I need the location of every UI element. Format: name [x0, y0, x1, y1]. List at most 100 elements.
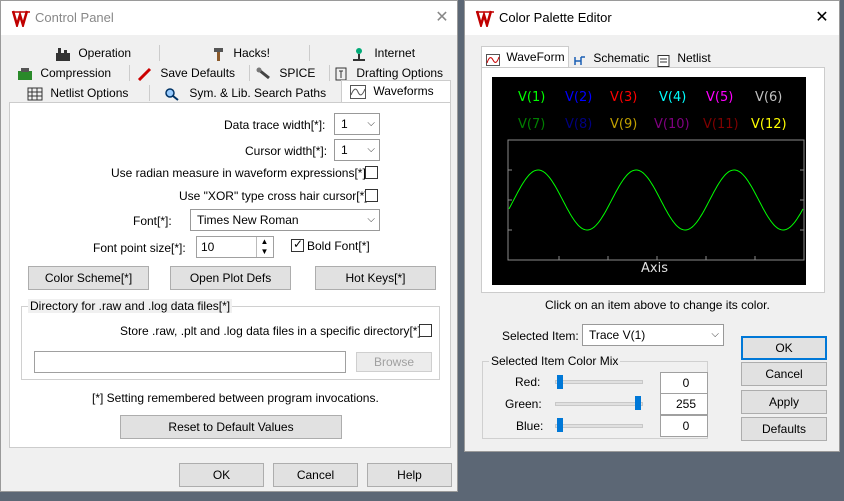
green-slider-track[interactable] [555, 402, 643, 406]
palette-defaults-button[interactable]: Defaults [741, 417, 827, 441]
xor-checkbox[interactable] [365, 189, 378, 202]
spin-up-icon[interactable]: ▲ [257, 237, 272, 247]
input-value: 10 [201, 240, 215, 254]
green-slider-thumb[interactable] [635, 396, 641, 410]
tab-divider [249, 65, 250, 81]
ok-button[interactable]: OK [179, 463, 264, 487]
tab-save-defaults[interactable]: Save Defaults [137, 63, 235, 83]
blue-slider-track[interactable] [555, 424, 643, 428]
color-mix-groupbox: Selected Item Color Mix Red: 0 Green: 25… [482, 354, 708, 439]
tab-label: WaveForm [506, 50, 565, 64]
xor-label: Use "XOR" type cross hair cursor[*] [179, 189, 368, 203]
waveform-icon [350, 84, 366, 99]
red-slider-track[interactable] [555, 380, 643, 384]
netlist-icon [657, 53, 671, 67]
compression-icon [17, 67, 33, 81]
blue-label: Blue: [516, 419, 544, 433]
blue-value-input[interactable]: 0 [660, 415, 708, 437]
close-icon[interactable]: ✕ [807, 6, 837, 30]
waveform-icon [486, 52, 500, 66]
tab-strip: Operation Hacks! Internet Compression Sa… [9, 43, 451, 104]
tab-operation[interactable]: Operation [55, 43, 131, 63]
input-value: 0 [682, 376, 690, 390]
remember-note: [*] Setting remembered between program i… [92, 391, 379, 405]
bold-font-label: Bold Font[*] [307, 239, 370, 253]
bold-font-checkbox[interactable] [291, 237, 304, 252]
chevron-down-icon: ⌵ [367, 118, 375, 129]
factory-icon [55, 47, 71, 61]
select-value: 1 [341, 117, 348, 131]
directory-groupbox: Directory for .raw and .log data files[*… [21, 299, 440, 380]
data-trace-width-select[interactable]: 1 ⌵ [334, 113, 380, 135]
network-icon [351, 47, 367, 61]
tab-compression[interactable]: Compression [17, 63, 111, 83]
green-value-input[interactable]: 255 [660, 393, 708, 415]
control-panel-window: Control Panel ✕ Operation Hacks! Interne… [0, 0, 458, 492]
tab-label: Netlist Options [50, 86, 129, 100]
tab-internet[interactable]: Internet [351, 43, 415, 63]
radian-label: Use radian measure in waveform expressio… [111, 166, 366, 180]
plot-area[interactable] [492, 77, 806, 285]
chevron-down-icon: ⌵ [711, 329, 719, 340]
browse-button[interactable]: Browse [356, 352, 432, 372]
open-plot-defs-button[interactable]: Open Plot Defs [170, 266, 291, 290]
plot-frame [507, 139, 805, 261]
grid-icon [27, 87, 43, 101]
selected-item-select[interactable]: Trace V(1) ⌵ [582, 324, 724, 346]
app-logo-icon [11, 10, 30, 27]
axis-label[interactable]: Axis [641, 261, 668, 276]
cursor-width-select[interactable]: 1 ⌵ [334, 139, 380, 161]
spin-down-icon[interactable]: ▼ [257, 247, 272, 257]
tab-label: Operation [78, 46, 132, 60]
waveforms-tab-page: Data trace width[*]: 1 ⌵ Cursor width[*]… [9, 102, 451, 448]
palette-cancel-button[interactable]: Cancel [741, 362, 827, 386]
cancel-button[interactable]: Cancel [273, 463, 358, 487]
help-button[interactable]: Help [367, 463, 452, 487]
tab-label: Schematic [593, 51, 650, 65]
tab-schematic[interactable]: Schematic [573, 48, 649, 68]
tab-hacks[interactable]: Hacks! [212, 43, 270, 63]
color-palette-editor-window: Color Palette Editor ✕ WaveForm Schemati… [464, 0, 840, 452]
store-checkbox[interactable] [419, 324, 432, 337]
radian-checkbox[interactable] [365, 166, 378, 179]
hint-text: Click on an item above to change its col… [545, 298, 770, 312]
tab-divider [149, 85, 150, 101]
tab-waveforms[interactable]: Waveforms [341, 80, 451, 104]
hot-keys-button[interactable]: Hot Keys[*] [315, 266, 436, 290]
blue-slider-thumb[interactable] [557, 418, 563, 432]
axis-ticks [508, 169, 804, 260]
reset-defaults-button[interactable]: Reset to Default Values [120, 415, 342, 439]
directory-path-input[interactable] [34, 351, 346, 373]
tab-label: Waveforms [373, 84, 434, 98]
hammer-icon [212, 47, 226, 61]
app-logo-icon [475, 10, 494, 27]
tab-spice[interactable]: SPICE [256, 63, 315, 83]
drafting-icon [333, 67, 349, 81]
tab-label: Compression [40, 66, 112, 80]
data-trace-width-label: Data trace width[*]: [224, 118, 326, 132]
tab-label: Drafting Options [356, 66, 444, 80]
red-slider-thumb[interactable] [557, 375, 563, 389]
color-scheme-button[interactable]: Color Scheme[*] [28, 266, 149, 290]
font-size-spinner[interactable]: ▲ ▼ [256, 237, 272, 257]
input-value: 255 [675, 397, 697, 411]
palette-ok-button[interactable]: OK [741, 336, 827, 360]
control-panel-titlebar[interactable]: Control Panel ✕ [1, 1, 457, 35]
select-value: Trace V(1) [589, 328, 646, 342]
palette-titlebar[interactable]: Color Palette Editor ✕ [465, 1, 839, 35]
magnifier-icon [164, 87, 180, 101]
chevron-down-icon: ⌵ [367, 144, 375, 155]
tab-waveform[interactable]: WaveForm [481, 46, 569, 68]
font-select[interactable]: Times New Roman ⌵ [190, 209, 380, 231]
red-value-input[interactable]: 0 [660, 372, 708, 394]
tab-search-paths[interactable]: Sym. & Lib. Search Paths [164, 83, 326, 103]
schematic-icon [573, 53, 587, 65]
tab-netlist[interactable]: Netlist [657, 48, 711, 68]
tab-divider [159, 45, 160, 61]
font-label: Font[*]: [133, 214, 172, 228]
waveform-preview[interactable]: V(1) V(2) V(3) V(4) V(5) V(6) V(7) V(8) … [492, 77, 806, 285]
close-icon[interactable]: ✕ [427, 6, 457, 30]
tab-netlist-options[interactable]: Netlist Options [27, 83, 128, 103]
waveform-tab-page: V(1) V(2) V(3) V(4) V(5) V(6) V(7) V(8) … [481, 67, 825, 293]
palette-apply-button[interactable]: Apply [741, 390, 827, 414]
